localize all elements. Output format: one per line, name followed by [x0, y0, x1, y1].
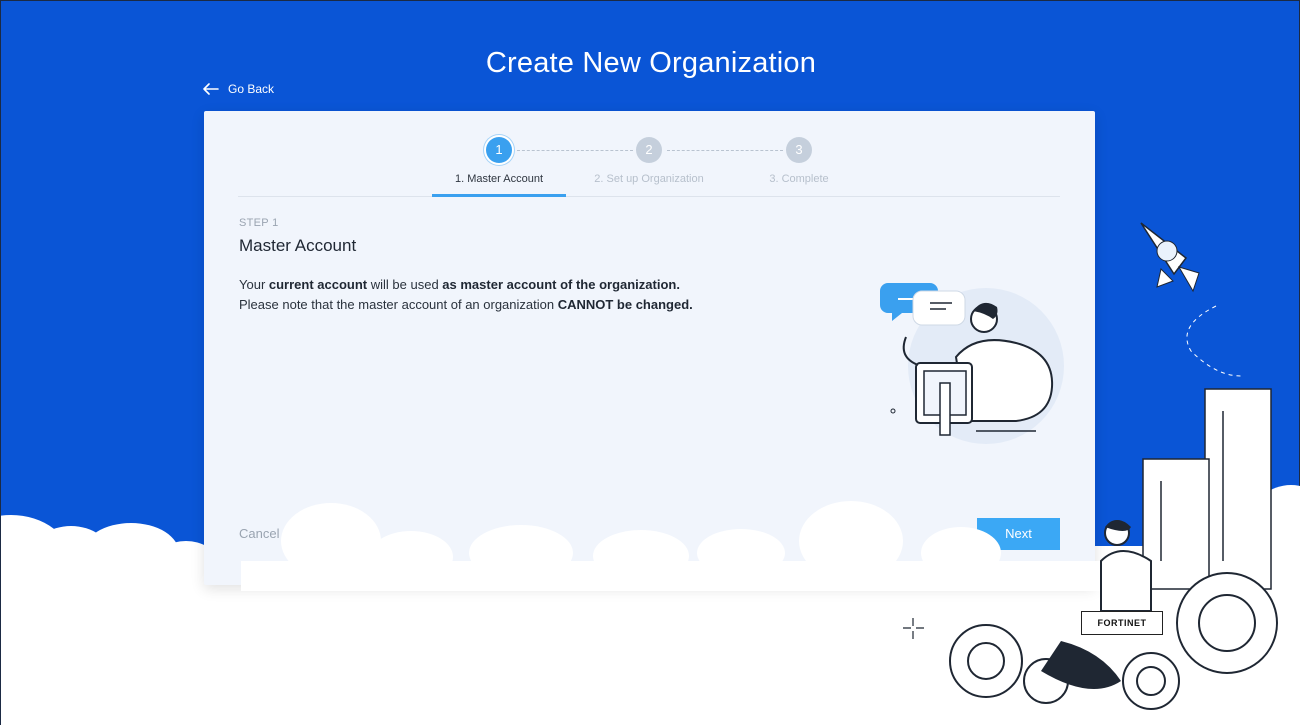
- wizard-card: 1 2 3 1. Master Account 2. Set up Organi…: [204, 111, 1095, 585]
- stepper: 1 2 3 1. Master Account 2. Set up Organi…: [204, 111, 1095, 199]
- tab-divider: [238, 196, 1060, 197]
- section-heading: Master Account: [239, 236, 357, 255]
- description: Your current account will be used as mas…: [239, 275, 693, 315]
- go-back-label: Go Back: [228, 82, 275, 96]
- step-connector: [517, 150, 633, 151]
- fortinet-logo: FORTINET: [1081, 611, 1163, 635]
- tab-master-account[interactable]: 1. Master Account: [424, 173, 574, 185]
- page-title: Create New Organization: [485, 47, 817, 79]
- active-tab-indicator: [432, 194, 566, 197]
- support-agent-illustration: [880, 283, 1064, 444]
- step-3-circle[interactable]: 3: [786, 137, 812, 163]
- description-line-1: Your current account will be used as mas…: [239, 277, 680, 292]
- step-eyebrow: STEP 1: [239, 217, 279, 229]
- arrow-left-icon: [203, 83, 219, 95]
- step-2-circle[interactable]: 2: [636, 137, 662, 163]
- go-back-link[interactable]: Go Back: [203, 82, 274, 96]
- step-1-circle[interactable]: 1: [486, 137, 512, 163]
- step-connector: [667, 150, 783, 151]
- tab-complete[interactable]: 3. Complete: [724, 173, 874, 185]
- description-line-2: Please note that the master account of a…: [239, 297, 693, 312]
- rocket-icon: [1140, 222, 1200, 293]
- tab-set-up-organization[interactable]: 2. Set up Organization: [574, 173, 724, 185]
- cancel-button[interactable]: Cancel: [239, 526, 279, 541]
- next-button[interactable]: Next: [977, 518, 1060, 550]
